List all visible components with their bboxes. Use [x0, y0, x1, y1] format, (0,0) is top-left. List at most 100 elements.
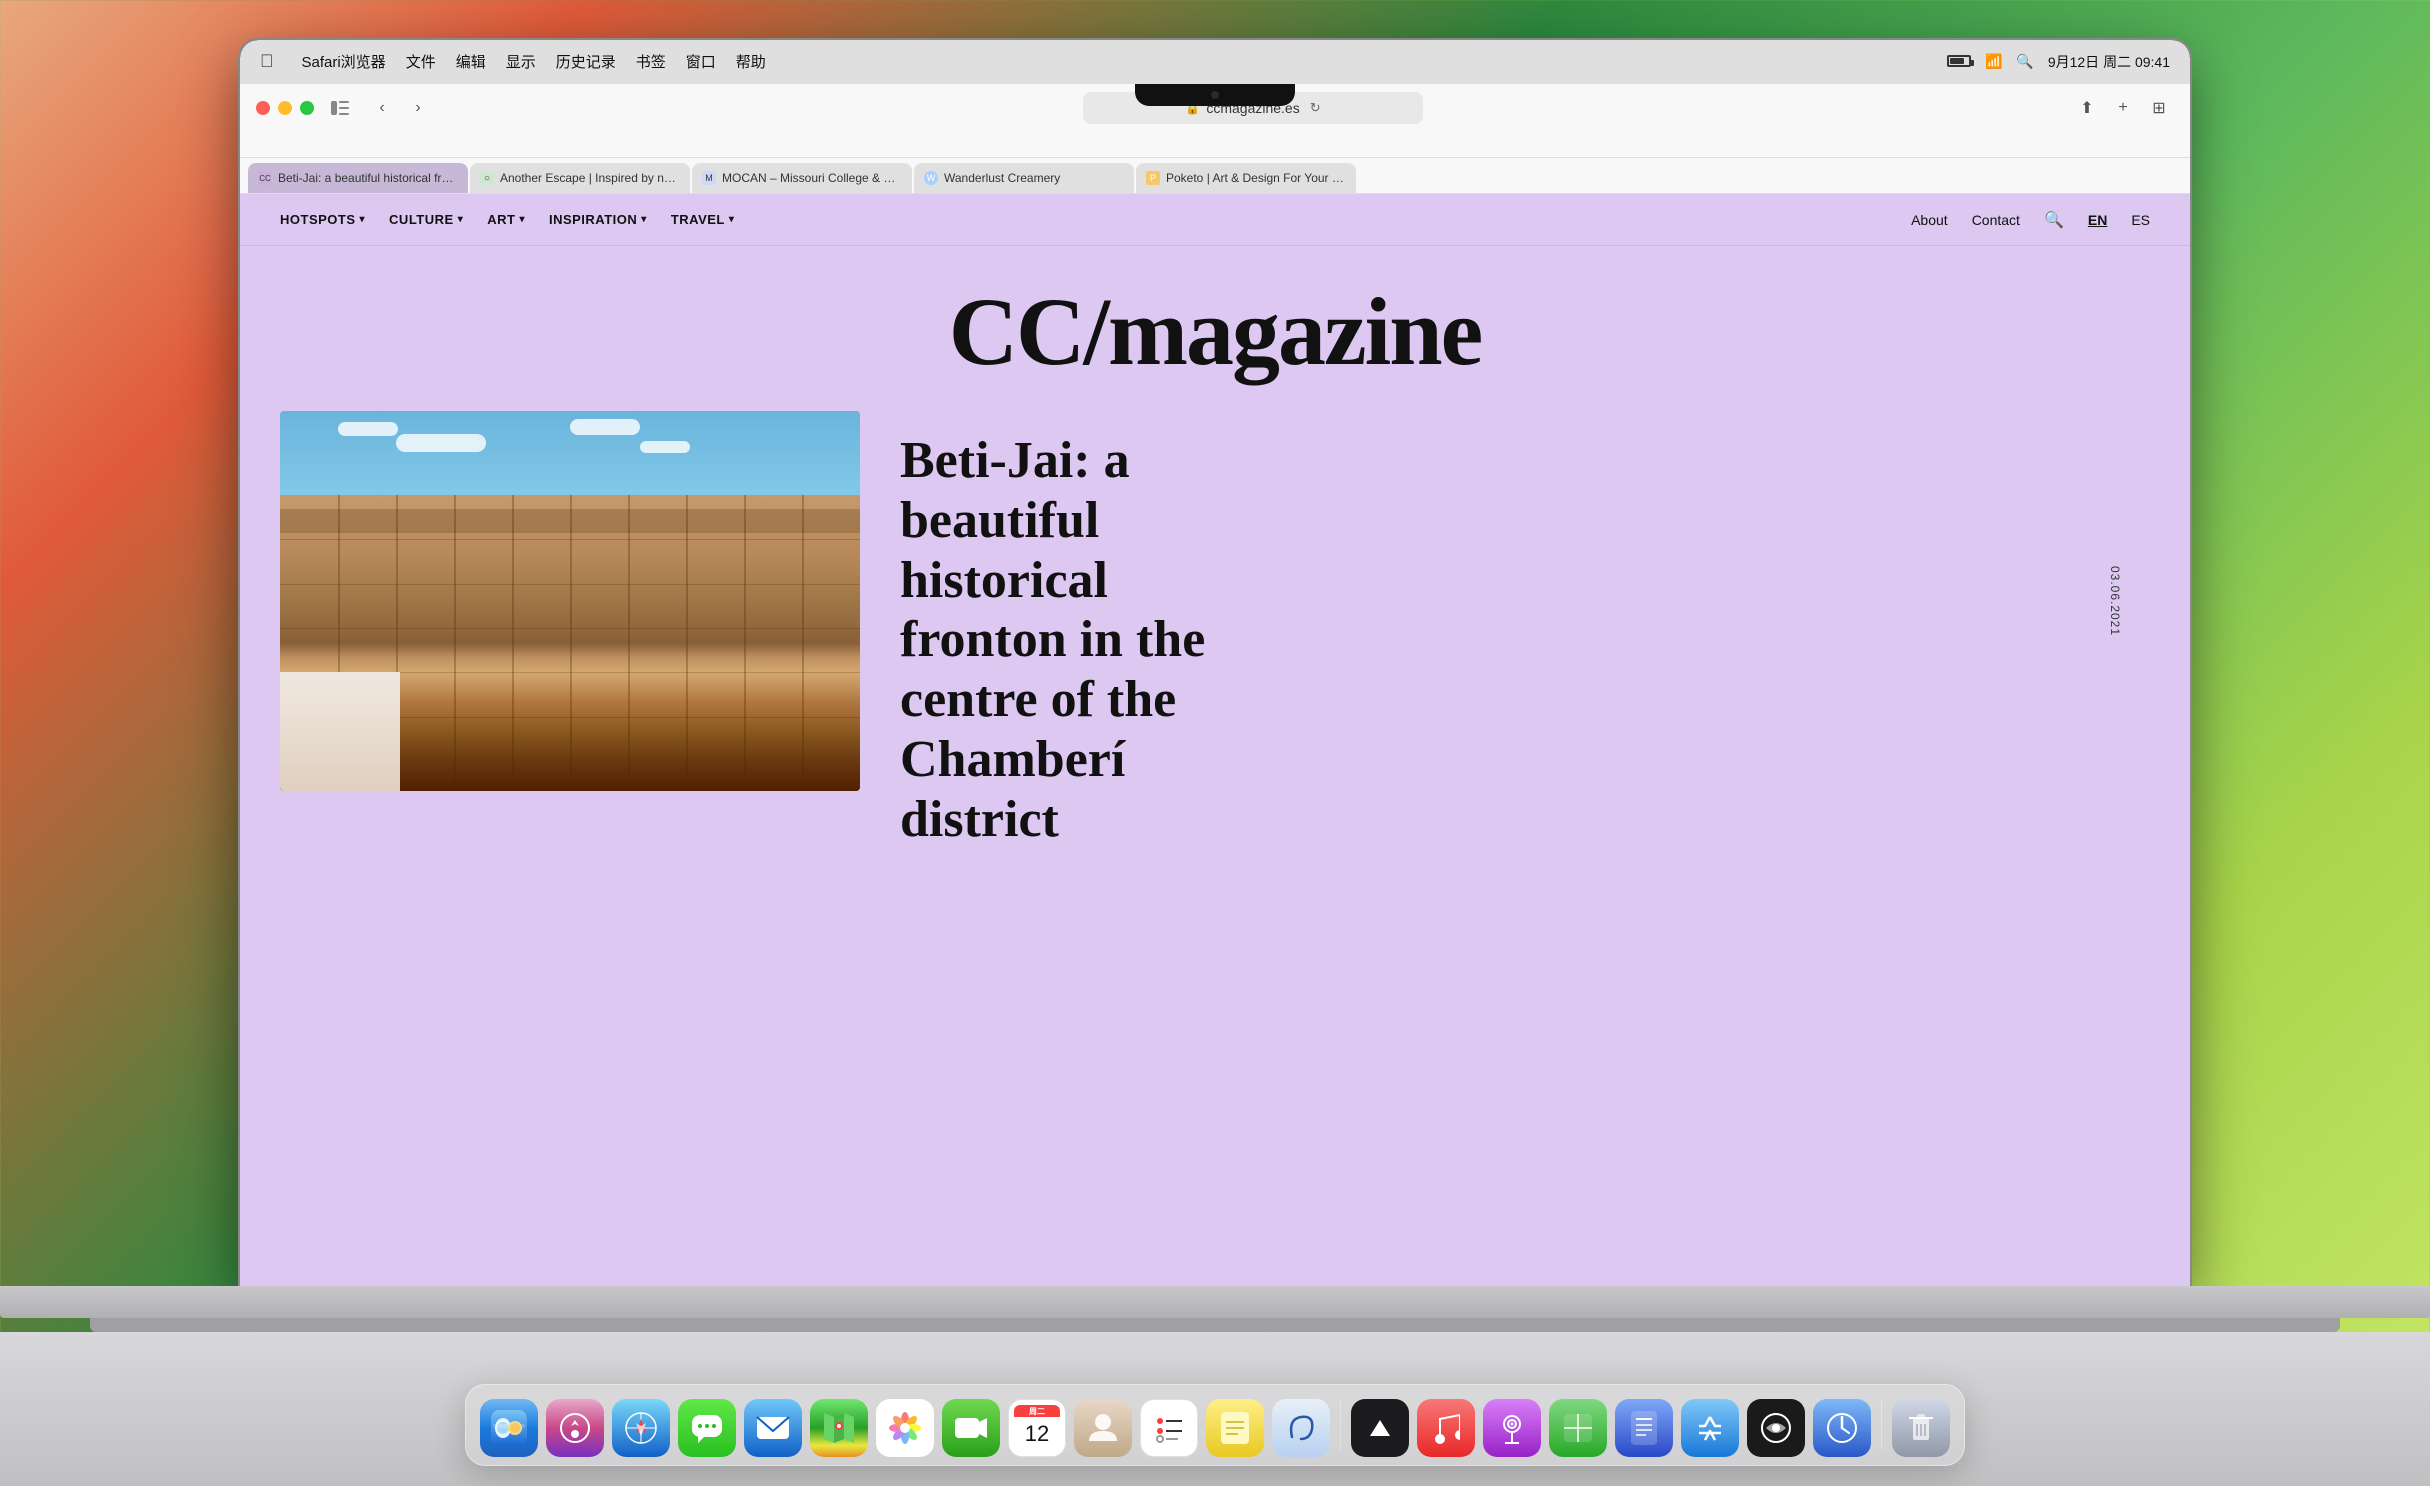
tab-favicon-1: ○	[480, 171, 494, 185]
article-title[interactable]: Beti-Jai: a beautiful historical fronton…	[900, 431, 1240, 850]
back-button[interactable]: ‹	[366, 94, 398, 122]
tab-1[interactable]: ○ Another Escape | Inspired by nature	[470, 163, 690, 193]
tab-label-0: Beti-Jai: a beautiful historical fronton…	[278, 171, 458, 185]
article-date: 03.06.2021	[2108, 566, 2122, 636]
dock-safari[interactable]	[612, 1399, 670, 1457]
dock-numbers[interactable]	[1549, 1399, 1607, 1457]
nav-right: About Contact 🔍 EN ES	[1911, 210, 2150, 230]
article-text-area: Beti-Jai: a beautiful historical fronton…	[860, 411, 2150, 791]
dock-freeform[interactable]	[1272, 1399, 1330, 1457]
dock-photos[interactable]	[876, 1399, 934, 1457]
tab-3[interactable]: W Wanderlust Creamery	[914, 163, 1134, 193]
camera-notch	[1135, 84, 1295, 106]
dock-maps[interactable]	[810, 1399, 868, 1457]
dock-screentime[interactable]	[1813, 1399, 1871, 1457]
dock-facetime[interactable]	[942, 1399, 1000, 1457]
safari-window: ‹ › 🔒 ccmagazine.es ↻ ⬆ +	[240, 84, 2190, 1286]
dock-separator-2	[1881, 1400, 1882, 1450]
building-structure	[280, 495, 860, 791]
search-icon[interactable]: 🔍	[2016, 53, 2033, 70]
tab-label-1: Another Escape | Inspired by nature	[500, 171, 680, 185]
nav-about[interactable]: About	[1911, 212, 1948, 228]
wifi-icon: 📶	[1985, 53, 2002, 70]
apple-menu[interactable]: 	[260, 51, 274, 72]
dock-messages[interactable]	[678, 1399, 736, 1457]
nav-travel[interactable]: TRAVEL ▾	[671, 212, 735, 227]
dock-finder[interactable]	[480, 1399, 538, 1457]
dock-trash[interactable]	[1892, 1399, 1950, 1457]
menubar-window[interactable]: 窗口	[686, 51, 716, 72]
menubar-safari[interactable]: Safari浏览器	[302, 51, 386, 72]
article-image-wrapper	[280, 411, 860, 791]
menubar-edit[interactable]: 编辑	[456, 51, 486, 72]
tab-overview-button[interactable]: ⊞	[2144, 94, 2174, 122]
menubar-file[interactable]: 文件	[406, 51, 436, 72]
nav-search-icon[interactable]: 🔍	[2044, 210, 2064, 230]
tab-favicon-4: P	[1146, 171, 1160, 185]
dock-reminders[interactable]	[1140, 1399, 1198, 1457]
menubar-bookmarks[interactable]: 书签	[636, 51, 666, 72]
tab-favicon-2: M	[702, 171, 716, 185]
nav-left: HOTSPOTS ▾ CULTURE ▾ ART ▾ INSPIRATION	[280, 212, 1911, 227]
tab-0[interactable]: CC Beti-Jai: a beautiful historical fron…	[248, 163, 468, 193]
article-section: Beti-Jai: a beautiful historical fronton…	[280, 411, 2150, 791]
dock-appletv[interactable]	[1351, 1399, 1409, 1457]
art-chevron-icon: ▾	[519, 214, 525, 225]
travel-chevron-icon: ▾	[729, 214, 735, 225]
dock: 周二 12	[465, 1384, 1965, 1466]
nav-culture[interactable]: CULTURE ▾	[389, 212, 463, 227]
fullscreen-button[interactable]	[300, 101, 314, 115]
website-nav: HOTSPOTS ▾ CULTURE ▾ ART ▾ INSPIRATION	[240, 194, 2190, 246]
cloud-1	[338, 422, 398, 436]
dock-music[interactable]	[1417, 1399, 1475, 1457]
battery-indicator	[1947, 54, 1971, 70]
dock-mail[interactable]	[744, 1399, 802, 1457]
dock-pages[interactable]	[1615, 1399, 1673, 1457]
dock-separator-1	[1340, 1400, 1341, 1450]
col-4	[512, 495, 514, 791]
dock-chatgpt[interactable]	[1747, 1399, 1805, 1457]
close-button[interactable]	[256, 101, 270, 115]
safari-tabs-row: CC Beti-Jai: a beautiful historical fron…	[240, 158, 2190, 194]
camera-dot	[1211, 91, 1219, 99]
nav-art[interactable]: ART ▾	[487, 212, 525, 227]
dock-calendar[interactable]: 周二 12	[1008, 1399, 1066, 1457]
cloud-4	[640, 441, 690, 453]
dock-podcasts[interactable]	[1483, 1399, 1541, 1457]
dock-launchpad[interactable]	[546, 1399, 604, 1457]
dock-notes[interactable]	[1206, 1399, 1264, 1457]
dock-appstore[interactable]	[1681, 1399, 1739, 1457]
col-8	[744, 495, 746, 791]
menubar-view[interactable]: 显示	[506, 51, 536, 72]
clock: 9月12日 周二 09:41	[2048, 52, 2170, 72]
laptop-hinge	[90, 1318, 2340, 1332]
share-button[interactable]: ⬆	[2072, 94, 2102, 122]
new-tab-button[interactable]: +	[2108, 94, 2138, 122]
roof-overhang	[280, 509, 860, 533]
tab-label-4: Poketo | Art & Design For Your Every Day	[1166, 171, 1346, 185]
lang-es[interactable]: ES	[2131, 212, 2150, 228]
magazine-title: CC/magazine	[949, 276, 1482, 387]
menubar-history[interactable]: 历史记录	[556, 51, 616, 72]
website-content: HOTSPOTS ▾ CULTURE ▾ ART ▾ INSPIRATION	[240, 194, 2190, 1286]
cloud-2	[396, 434, 486, 452]
menubar-help[interactable]: 帮助	[736, 51, 766, 72]
tab-4[interactable]: P Poketo | Art & Design For Your Every D…	[1136, 163, 1356, 193]
refresh-icon[interactable]: ↻	[1310, 100, 1321, 116]
tab-2[interactable]: M MOCAN – Missouri College & Career Atta…	[692, 163, 912, 193]
minimize-button[interactable]	[278, 101, 292, 115]
traffic-lights	[256, 101, 314, 115]
dock-contacts[interactable]	[1074, 1399, 1132, 1457]
website-hero: CC/magazine	[240, 246, 2190, 411]
col-3	[454, 495, 456, 791]
nav-contact[interactable]: Contact	[1972, 212, 2020, 228]
nav-inspiration[interactable]: INSPIRATION ▾	[549, 212, 647, 227]
forward-button[interactable]: ›	[402, 94, 434, 122]
sidebar-toggle-button[interactable]	[326, 94, 354, 122]
culture-chevron-icon: ▾	[458, 214, 464, 225]
nav-hotspots[interactable]: HOTSPOTS ▾	[280, 212, 365, 227]
macbook-frame:  Safari浏览器 文件 编辑 显示 历史记录 书签 窗口 帮助 📶 🔍 9…	[0, 0, 2430, 1486]
lang-en[interactable]: EN	[2088, 212, 2107, 228]
hotspots-chevron-icon: ▾	[360, 214, 366, 225]
tab-label-2: MOCAN – Missouri College & Career Attain…	[722, 171, 902, 185]
